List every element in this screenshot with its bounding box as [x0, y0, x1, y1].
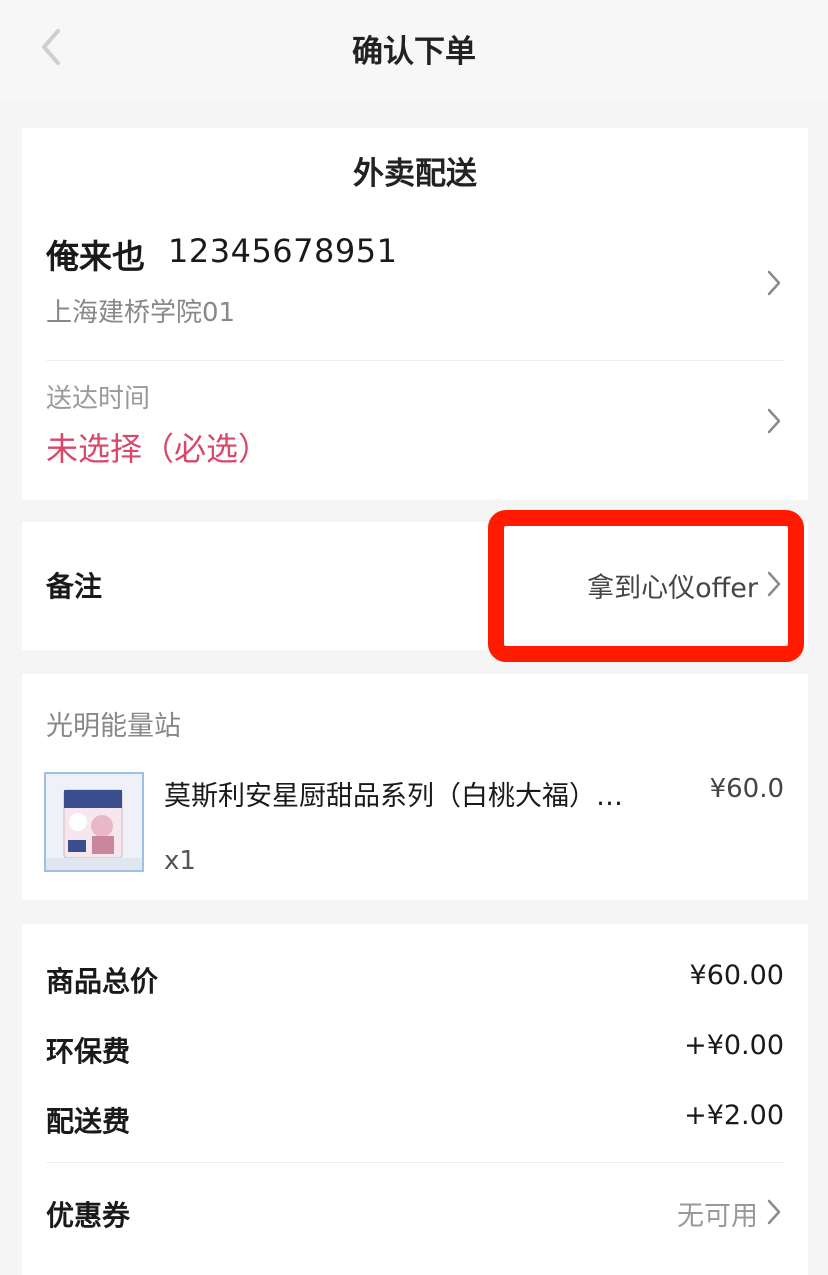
- fee-row-eco: 环保费 +¥0.00: [22, 1022, 808, 1072]
- product-price: ¥60.0: [709, 774, 784, 804]
- contact-phone: 12345678951: [168, 232, 398, 270]
- fee-row-subtotal: 商品总价 ¥60.00: [22, 952, 808, 1002]
- divider: [46, 1162, 784, 1163]
- page-title: 确认下单: [352, 34, 476, 70]
- shop-name: 光明能量站: [46, 711, 181, 742]
- product-image[interactable]: [44, 772, 144, 872]
- chevron-right-icon: [764, 406, 784, 436]
- delivery-mode-title: 外卖配送: [353, 156, 477, 192]
- contact-name: 俺来也: [46, 237, 145, 276]
- remark-label: 备注: [46, 570, 103, 603]
- fee-label: 配送费: [46, 1105, 131, 1138]
- coupon-value: 无可用: [677, 1201, 758, 1232]
- header-bar: 确认下单: [0, 0, 828, 100]
- chevron-right-icon: [764, 268, 784, 298]
- fee-label: 商品总价: [46, 965, 159, 998]
- fee-label: 环保费: [46, 1035, 131, 1068]
- price-summary-card: 商品总价 ¥60.00 环保费 +¥0.00 配送费 +¥2.00 优惠券 无可…: [22, 924, 808, 1275]
- delivery-address: 上海建桥学院01: [46, 298, 236, 328]
- delivery-card: 外卖配送 俺来也 12345678951 上海建桥学院01 送达时间 未选择（必…: [22, 128, 808, 500]
- coupon-selector[interactable]: 优惠券 无可用: [22, 1186, 808, 1240]
- fee-value: +¥2.00: [684, 1100, 784, 1131]
- chevron-right-icon: [764, 569, 784, 599]
- order-items-card: 光明能量站 莫斯利安星厨甜品系列（白桃大福）… ¥60.0 x1: [22, 674, 808, 900]
- product-name[interactable]: 莫斯利安星厨甜品系列（白桃大福）…: [164, 774, 664, 813]
- fee-row-delivery: 配送费 +¥2.00: [22, 1092, 808, 1142]
- fee-value: +¥0.00: [684, 1030, 784, 1061]
- divider: [46, 360, 784, 361]
- address-selector[interactable]: 俺来也 12345678951 上海建桥学院01: [22, 220, 808, 360]
- remark-row[interactable]: 备注 拿到心仪offer: [22, 522, 808, 650]
- product-quantity: x1: [164, 846, 196, 876]
- delivery-time-label: 送达时间: [46, 384, 151, 414]
- coupon-label: 优惠券: [46, 1199, 131, 1232]
- remark-value: 拿到心仪offer: [587, 573, 758, 604]
- delivery-time-value: 未选择（必选）: [46, 430, 271, 468]
- fee-value: ¥60.00: [689, 960, 784, 991]
- chevron-right-icon: [764, 1197, 784, 1227]
- delivery-time-selector[interactable]: 送达时间 未选择（必选）: [22, 368, 808, 488]
- remark-card: 备注 拿到心仪offer: [22, 522, 808, 650]
